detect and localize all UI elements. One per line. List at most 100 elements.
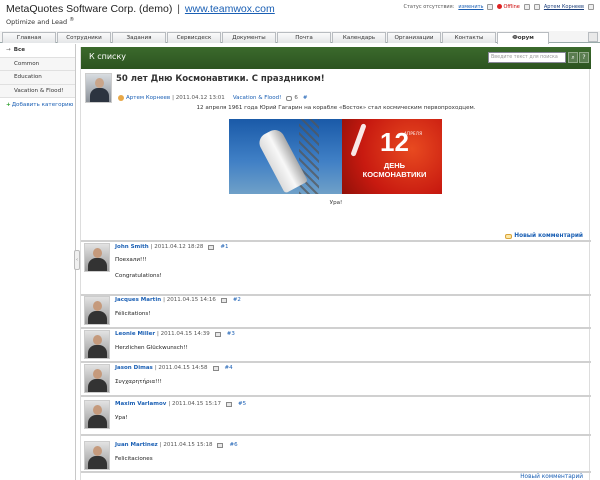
post-date: | 2011.04.12 13:01 [172, 95, 225, 101]
commenter-avatar [84, 243, 110, 272]
commenter-name[interactable]: Leonie Miller [115, 331, 155, 337]
tab-organizations[interactable]: Организации [387, 32, 441, 43]
comment-permalink[interactable]: #1 [220, 244, 228, 250]
add-category-link[interactable]: +Добавить категорию [0, 98, 75, 108]
post-meta: Артем Корнеев | 2011.04.12 13:01 Vacatio… [118, 95, 307, 101]
comment-date: | 2011.04.15 14:58 [154, 365, 208, 371]
comment-text: Ура! [115, 415, 128, 421]
comment-text: Felicitaciones [115, 456, 153, 462]
main-tabs: Главная Сотрудники Задания Сервисдеск До… [0, 31, 600, 44]
commenter-name[interactable]: John Smith [115, 244, 149, 250]
divider [81, 327, 591, 329]
commenter-avatar [84, 441, 110, 470]
user-link[interactable]: Артем Корнеев [544, 4, 584, 10]
tab-documents[interactable]: Документы [222, 32, 276, 43]
print-icon[interactable] [226, 401, 233, 407]
commenter-name[interactable]: Maxim Varlamov [115, 401, 166, 407]
comment-item: Jacques Martin | 2011.04.15 14:16 #2 Fél… [81, 296, 591, 328]
post-author-avatar [85, 73, 112, 103]
commenter-name[interactable]: Jacques Martin [115, 297, 161, 303]
tab-mail[interactable]: Почта [277, 32, 331, 43]
comment-date: | 2011.04.15 14:39 [157, 331, 210, 337]
exit-icon[interactable] [588, 4, 594, 10]
post-title: 50 лет Дню Космонавтики. С праздником! [116, 74, 325, 84]
comment-item: Maxim Varlamov | 2011.04.15 15:17 #5 Ура… [81, 400, 591, 436]
print-icon[interactable] [212, 365, 219, 371]
commenter-name[interactable]: Juan Martinez [115, 442, 158, 448]
commenter-avatar [84, 296, 110, 325]
bottom-new-comment-link[interactable]: Новый комментарий [520, 474, 583, 480]
divider [81, 434, 591, 436]
tab-calendar[interactable]: Календарь [332, 32, 386, 43]
settings-icon[interactable] [487, 4, 494, 10]
company-title: MetaQuotes Software Corp. (demo) | www.t… [6, 3, 275, 15]
comment-item: Leonie Miller | 2011.04.15 14:39 #3 Herz… [81, 330, 591, 362]
new-comment-link[interactable]: Новый комментарий [505, 233, 583, 239]
post-text: 12 апреля 1961 года Юрий Гагарин на кора… [196, 105, 476, 111]
tab-employees[interactable]: Сотрудники [57, 32, 111, 43]
post-comment-count: 6 [294, 95, 298, 101]
comment-permalink[interactable]: #2 [233, 297, 241, 303]
comment-date: | 2011.04.15 15:18 [159, 442, 213, 448]
comment-permalink[interactable]: #5 [238, 401, 246, 407]
comment-date: | 2011.04.15 15:17 [168, 401, 222, 407]
divider [81, 395, 591, 397]
post-footer-text: Ура! [329, 200, 343, 206]
status-change-link[interactable]: изменить [458, 4, 483, 10]
offline-status[interactable]: Offline [497, 4, 520, 10]
commenter-avatar [84, 400, 110, 429]
sidebar-item-common[interactable]: Common [0, 57, 75, 71]
divider [81, 240, 591, 242]
status-area: Статус отсутствия: изменить Offline Арте… [404, 4, 594, 10]
sidebar-item-vacation[interactable]: Vacation & Flood! [0, 84, 75, 98]
divider [81, 361, 591, 363]
status-dot-icon [497, 4, 503, 9]
comment-item: Jason Dimas | 2011.04.15 14:58 #4 Συγχαρ… [81, 364, 591, 396]
forum-search-input[interactable]: Введите текст для поиска [488, 52, 566, 63]
print-icon[interactable] [220, 297, 227, 303]
comment-item: John Smith | 2011.04.12 18:28 #1 Поехали… [81, 243, 591, 295]
tab-contacts[interactable]: Контакты [442, 32, 496, 43]
print-icon[interactable] [214, 331, 221, 337]
tab-tasks[interactable]: Задания [112, 32, 166, 43]
comment-text: Félicitations! [115, 311, 151, 317]
forum-header: К списку Введите текст для поиска ⌕ ? [81, 47, 591, 69]
print-icon[interactable] [208, 244, 215, 250]
commenter-name[interactable]: Jason Dimas [115, 365, 153, 371]
rocket-photo [229, 119, 342, 194]
help-button[interactable]: ? [579, 52, 589, 63]
tab-servicedesk[interactable]: Сервисдеск [167, 32, 221, 43]
person-icon [118, 95, 124, 101]
comment-item: Juan Martinez | 2011.04.15 15:18 #6 Feli… [81, 441, 591, 473]
tab-forum[interactable]: Форум [497, 32, 549, 44]
comment-permalink[interactable]: #6 [229, 442, 237, 448]
back-to-list-link[interactable]: К списку [89, 52, 126, 61]
sidebar-item-all[interactable]: → Все [0, 44, 75, 58]
tabs-more-button[interactable] [588, 32, 598, 42]
tab-home[interactable]: Главная [2, 32, 56, 43]
comment-permalink[interactable]: #3 [227, 331, 235, 337]
print-icon[interactable] [217, 442, 224, 448]
user-icon [533, 4, 540, 10]
post-permalink[interactable]: # [303, 95, 308, 101]
forum-main: К списку Введите текст для поиска ⌕ ? 50… [80, 47, 591, 480]
cosmonautics-day-poster: 12 АПРЕЛЯ ДЕНЬ КОСМОНАВТИКИ [342, 119, 442, 194]
search-button[interactable]: ⌕ [568, 52, 578, 63]
divider [81, 471, 591, 473]
sidebar: → Все Common Education Vacation & Flood! … [0, 44, 76, 480]
comment-text: Поехали!!! Congratulations! [115, 257, 162, 279]
comment-bubble-icon [286, 95, 293, 101]
check-icon[interactable] [523, 4, 530, 10]
comment-text: Συγχαρητήρια!!! [115, 379, 162, 385]
top-bar: MetaQuotes Software Corp. (demo) | www.t… [0, 0, 600, 30]
comment-date: | 2011.04.12 18:28 [150, 244, 204, 250]
comment-text: Herzlichen Glückwunsch!! [115, 345, 188, 351]
plus-icon: + [6, 102, 11, 108]
post-category-link[interactable]: Vacation & Flood! [233, 95, 282, 101]
post-author-link[interactable]: Артем Корнеев [126, 95, 170, 101]
site-link[interactable]: www.teamwox.com [185, 3, 275, 15]
arrow-right-icon: → [6, 47, 11, 53]
comment-permalink[interactable]: #4 [225, 365, 233, 371]
sidebar-item-education[interactable]: Education [0, 71, 75, 85]
comment-date: | 2011.04.15 14:16 [163, 297, 216, 303]
